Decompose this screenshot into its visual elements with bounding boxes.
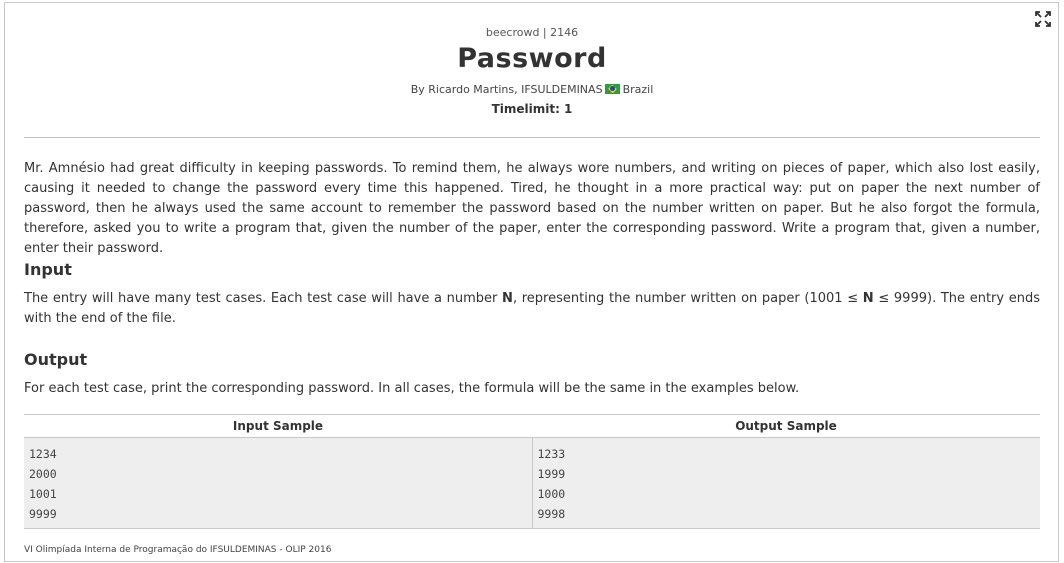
- fullscreen-icon[interactable]: [1035, 11, 1051, 27]
- output-sample-line: 1000: [537, 487, 566, 501]
- input-sample-cell[interactable]: 1234 2000 1001 9999: [24, 437, 533, 529]
- input-sample-line: 1001: [29, 487, 57, 501]
- input-sample-header: Input Sample: [24, 414, 532, 438]
- input-text-part: , representing the number written on pap…: [512, 291, 863, 306]
- author-country: Brazil: [622, 83, 654, 96]
- samples-table: Input Sample Output Sample 1234 2000 100…: [24, 414, 1040, 529]
- problem-title: Password: [457, 43, 607, 74]
- input-description: The entry will have many test cases. Eac…: [24, 289, 1040, 329]
- input-var-n: N: [502, 291, 513, 306]
- output-sample-cell[interactable]: 1233 1999 1000 9998: [532, 437, 1040, 529]
- output-sample-line: 9998: [537, 507, 566, 521]
- input-var-n: N: [862, 291, 874, 306]
- header-divider: [24, 137, 1040, 138]
- input-sample-line: 9999: [29, 507, 57, 521]
- problem-description: Mr. Amnésio had great difficulty in keep…: [24, 161, 1040, 256]
- input-sample-line: 1234: [29, 447, 57, 461]
- input-text-part: The entry will have many test cases. Eac…: [24, 291, 503, 306]
- timelimit: Timelimit: 1: [491, 102, 573, 116]
- output-sample-header: Output Sample: [532, 414, 1040, 438]
- output-description: For each test case, print the correspond…: [24, 381, 800, 396]
- problem-source: beecrowd | 2146: [485, 26, 579, 39]
- output-sample-line: 1233: [537, 447, 566, 461]
- output-heading: Output: [24, 350, 88, 369]
- contest-footer: VI Olimpíada Interna de Programação do I…: [24, 545, 332, 555]
- problem-author: By Ricardo Martins, IFSULDEMINAS Brazil: [0, 83, 1064, 96]
- output-sample-line: 1999: [537, 467, 566, 481]
- input-heading: Input: [24, 260, 72, 279]
- input-sample-line: 2000: [29, 467, 57, 481]
- brazil-flag-icon: [604, 84, 620, 94]
- author-text: By Ricardo Martins, IFSULDEMINAS: [410, 83, 603, 96]
